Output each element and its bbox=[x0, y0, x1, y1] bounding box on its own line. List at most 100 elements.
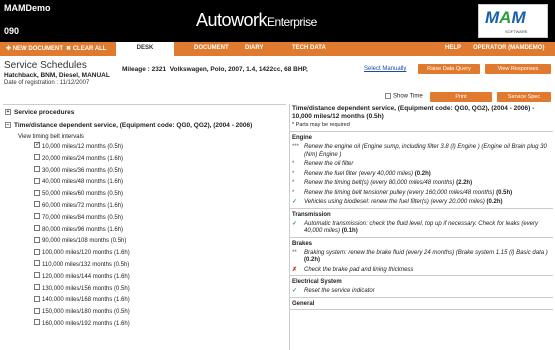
interval-checkbox[interactable] bbox=[34, 283, 40, 290]
interval-option[interactable]: 50,000 miles/60 months (0.5h) bbox=[3, 189, 286, 201]
interval-checkbox[interactable] bbox=[34, 236, 40, 243]
title-bar: MAMDemo 090 AutoworkEnterprise MAM SOFTW… bbox=[0, 0, 555, 42]
category-title: Brakes bbox=[292, 240, 313, 247]
cross-icon: ✗ bbox=[292, 266, 298, 273]
interval-label: 120,000 miles/144 months (1.6h) bbox=[42, 273, 130, 280]
interval-checkbox[interactable] bbox=[34, 319, 40, 326]
asterisk-icon: * bbox=[292, 161, 295, 167]
vehicle-line-2: Hatchback, BNM, Diesel, MANUAL bbox=[4, 72, 110, 79]
operation-item: * Renew the timing belt(s) (every 80,000 … bbox=[290, 179, 553, 189]
asterisk-icon: * bbox=[292, 180, 295, 186]
tick-icon: ✓ bbox=[292, 220, 298, 227]
service-spec-button[interactable]: Service Spec bbox=[497, 92, 551, 102]
operations-heading: Time/distance dependent service, (Equipm… bbox=[292, 105, 535, 120]
interval-option[interactable]: 70,000 miles/84 months (0.5h) bbox=[3, 213, 286, 225]
operation-time: (0.5h) bbox=[494, 189, 513, 196]
interval-label: 10,000 miles/12 months (0.5h) bbox=[42, 144, 124, 150]
interval-option[interactable]: 100,000 miles/120 months (1.6h) bbox=[3, 248, 286, 260]
operator-link[interactable]: OPERATOR (MAMDEMO) bbox=[473, 45, 544, 51]
interval-option[interactable]: 60,000 miles/72 months (1.6h) bbox=[3, 201, 286, 213]
category-title: General bbox=[292, 300, 315, 307]
operation-item: * Renew the fuel filter (every 40,000 mil… bbox=[290, 170, 553, 180]
asterisk-icon: * bbox=[292, 170, 295, 177]
category-title: Electrical System bbox=[292, 279, 342, 285]
interval-option[interactable]: 80,000 miles/96 months (1.6h) bbox=[3, 225, 286, 237]
operation-text: Reset the service indicator bbox=[304, 288, 375, 294]
operation-item: ✓ Vehicles using biodiesel: renew the fue… bbox=[290, 198, 553, 208]
interval-option[interactable]: 150,000 miles/180 months (0.5h) bbox=[3, 307, 286, 319]
registration-date: Date of registration : 11/12/2007 bbox=[4, 80, 90, 86]
interval-label: 90,000 miles/108 months (0.5h) bbox=[42, 238, 127, 245]
asterisk-icon: *** bbox=[292, 144, 300, 150]
expand-icon: + bbox=[5, 109, 11, 116]
operation-item: ✓ Reset the service indicator bbox=[290, 287, 553, 297]
interval-checkbox[interactable] bbox=[34, 248, 40, 255]
interval-checkbox[interactable] bbox=[34, 139, 41, 151]
interval-option[interactable]: 90,000 miles/108 months (0.5h) bbox=[3, 236, 286, 248]
operation-text: Renew the timing belt tensioner pulley (… bbox=[304, 189, 495, 196]
tab-tech-data[interactable]: TECH DATA bbox=[292, 45, 326, 51]
interval-option[interactable]: 30,000 miles/36 months (0.5h) bbox=[3, 166, 286, 178]
operation-time: (0.2h) bbox=[413, 170, 431, 177]
operation-text: Vehicles using biodiesel: renew the fuel… bbox=[304, 199, 485, 205]
operation-text: Renew the oil filter bbox=[304, 161, 354, 167]
tick-icon: ✓ bbox=[292, 288, 298, 294]
tab-diary[interactable]: DIARY bbox=[245, 45, 263, 51]
show-time-toggle[interactable]: Show Time bbox=[385, 93, 423, 100]
asterisk-icon: ** bbox=[292, 249, 297, 256]
raise-data-query-button[interactable]: Raise Data Query bbox=[418, 64, 480, 74]
select-manually-link[interactable]: Select Manually bbox=[364, 66, 406, 72]
interval-checkbox[interactable] bbox=[34, 189, 40, 196]
interval-checkbox[interactable] bbox=[34, 272, 40, 279]
brand-logo: AutoworkEnterprise bbox=[196, 10, 317, 31]
operation-time: (0.1h) bbox=[340, 228, 358, 234]
interval-checkbox[interactable] bbox=[34, 295, 40, 302]
help-link[interactable]: HELP bbox=[445, 45, 461, 51]
interval-checkbox[interactable] bbox=[34, 201, 40, 208]
interval-checkbox[interactable] bbox=[34, 307, 40, 314]
mam-logo: MAM SOFTWARE bbox=[478, 4, 548, 38]
interval-option[interactable]: 20,000 miles/24 months (1.6h) bbox=[3, 154, 286, 166]
operation-item: *** Renew the engine oil (Engine sump, in… bbox=[290, 143, 553, 160]
new-document-button[interactable]: ✚ NEW DOCUMENT bbox=[6, 45, 63, 52]
time-distance-header[interactable]: − Time/distance dependent service, (Equip… bbox=[3, 118, 286, 131]
view-timing-belt-label: View timing belt intervals bbox=[18, 134, 84, 140]
interval-checkbox[interactable] bbox=[34, 177, 40, 184]
brand-main: Autowork bbox=[196, 10, 268, 30]
interval-label: 60,000 miles/72 months (1.6h) bbox=[42, 202, 124, 209]
interval-label: 40,000 miles/48 months (1.6h) bbox=[42, 179, 124, 186]
interval-checkbox[interactable] bbox=[34, 260, 40, 267]
tab-document[interactable]: DOCUMENT bbox=[194, 45, 229, 51]
interval-list: 10,000 miles/12 months (0.5h) 20,000 mile… bbox=[3, 139, 286, 331]
category-brakes: Brakes ** Braking system: renew the brake … bbox=[290, 238, 553, 276]
operation-time: (0.2h) bbox=[304, 257, 321, 263]
category-engine: Engine *** Renew the engine oil (Engine su… bbox=[290, 132, 553, 209]
clear-all-button[interactable]: ✖ CLEAR ALL bbox=[66, 45, 106, 52]
category-title: Engine bbox=[292, 135, 313, 141]
interval-checkbox[interactable] bbox=[34, 213, 40, 220]
interval-label: 30,000 miles/36 months (0.5h) bbox=[42, 167, 124, 174]
interval-checkbox[interactable] bbox=[34, 166, 40, 173]
service-procedures-header[interactable]: + Service procedures bbox=[3, 105, 286, 118]
page-title: Service Schedules bbox=[4, 60, 87, 71]
interval-option[interactable]: 130,000 miles/156 months (0.5h) bbox=[3, 283, 286, 296]
interval-option[interactable]: 120,000 miles/144 months (1.6h) bbox=[3, 272, 286, 284]
interval-option[interactable]: 40,000 miles/48 months (1.6h) bbox=[3, 177, 286, 189]
interval-option[interactable]: 10,000 miles/12 months (0.5h) bbox=[3, 139, 286, 154]
category-general: General bbox=[290, 298, 553, 310]
interval-option[interactable]: 160,000 miles/192 months (1.6h) bbox=[3, 319, 286, 331]
operation-item: ✓ Automatic transmission: check the fluid… bbox=[290, 220, 553, 237]
view-responses-button[interactable]: View Responses bbox=[485, 64, 551, 74]
interval-label: 70,000 miles/84 months (0.5h) bbox=[42, 214, 124, 221]
interval-option[interactable]: 110,000 miles/132 months (0.5h) bbox=[3, 260, 286, 272]
print-button[interactable]: Print bbox=[430, 92, 492, 102]
interval-checkbox[interactable] bbox=[34, 225, 40, 231]
app-name: MAMDemo bbox=[4, 3, 51, 13]
tab-desk[interactable]: DESK bbox=[116, 42, 174, 56]
interval-checkbox[interactable] bbox=[34, 154, 40, 161]
interval-option[interactable]: 140,000 miles/168 months (1.6h) bbox=[3, 295, 286, 307]
operation-text: Renew the timing belt(s) (every 80,000 m… bbox=[304, 180, 455, 186]
interval-label: 150,000 miles/180 months (0.5h) bbox=[42, 309, 130, 316]
show-time-checkbox[interactable] bbox=[385, 93, 391, 99]
service-operations-panel: Time/distance dependent service, (Equipm… bbox=[289, 104, 553, 350]
